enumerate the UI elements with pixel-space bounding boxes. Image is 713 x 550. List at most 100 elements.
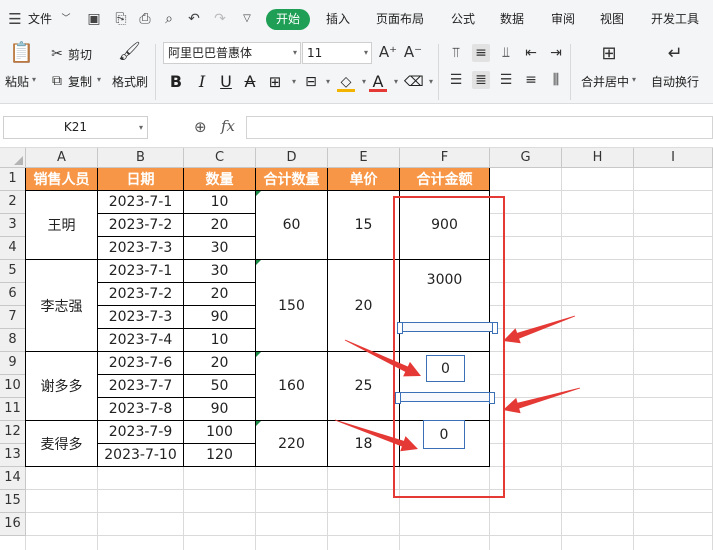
row-header-15[interactable]: 15	[0, 490, 26, 513]
quantity-cell[interactable]: 20	[184, 214, 256, 237]
tab-insert[interactable]: 插入	[326, 10, 350, 28]
date-cell[interactable]: 2023-7-1	[98, 191, 184, 214]
clear-format-icon[interactable]: ⌫	[404, 72, 424, 92]
salesperson-cell[interactable]: 王明	[26, 191, 98, 260]
indent-decrease-icon[interactable]: ⇤	[522, 44, 540, 62]
column-header-h[interactable]: H	[562, 148, 634, 168]
copy-icon[interactable]: ⧉	[48, 71, 66, 91]
date-cell[interactable]: 2023-7-3	[98, 237, 184, 260]
tab-formulas[interactable]: 公式	[451, 10, 475, 28]
quantity-cell[interactable]: 90	[184, 306, 256, 329]
tab-data[interactable]: 数据	[500, 10, 524, 28]
export-pdf-icon[interactable]: ⎘	[113, 11, 129, 27]
row-header-6[interactable]: 6	[0, 283, 26, 306]
increase-font-icon[interactable]: A⁺	[378, 42, 398, 62]
unit-price-cell[interactable]: 20	[328, 260, 400, 352]
quantity-cell[interactable]: 10	[184, 191, 256, 214]
salesperson-cell[interactable]: 麦得多	[26, 421, 98, 467]
row-header-9[interactable]: 9	[0, 352, 26, 375]
date-cell[interactable]: 2023-7-4	[98, 329, 184, 352]
font-color-dropdown-icon[interactable]: ▾	[387, 72, 405, 92]
print-icon[interactable]: ⎙	[137, 11, 153, 27]
format-painter-button[interactable]: 格式刷	[112, 73, 148, 90]
merge-icon[interactable]: ⊟	[302, 72, 320, 92]
redo-icon[interactable]: ↷	[212, 11, 228, 27]
row-header-7[interactable]: 7	[0, 306, 26, 329]
wrap-text-icon[interactable]: ↵	[662, 44, 688, 64]
row-header-16[interactable]: 16	[0, 513, 26, 536]
borders-dropdown-icon[interactable]: ▾	[285, 72, 303, 92]
total-quantity-cell[interactable]: 160	[256, 352, 328, 421]
date-cell[interactable]: 2023-7-8	[98, 398, 184, 421]
print-preview-icon[interactable]: ⌕	[161, 11, 177, 27]
quick-access-dropdown-icon[interactable]: ▽	[239, 11, 255, 27]
align-bottom-icon[interactable]: ⫫	[497, 44, 515, 62]
column-header-d[interactable]: D	[256, 148, 328, 168]
spreadsheet-grid[interactable]: A B C D E F G H I 1 2 3 4 5 6 7 8 9 10 11 12 13 14 15 16 销售人员 日期 数量…	[0, 148, 713, 550]
date-cell[interactable]: 2023-7-1	[98, 260, 184, 283]
align-center-icon[interactable]: ≣	[472, 71, 490, 89]
hamburger-menu-icon[interactable]: ☰	[7, 11, 23, 27]
strikethrough-icon[interactable]: A	[241, 72, 259, 92]
column-header-b[interactable]: B	[98, 148, 184, 168]
date-cell[interactable]: 2023-7-7	[98, 375, 184, 398]
unit-price-cell[interactable]: 25	[328, 352, 400, 421]
font-name-select[interactable]: 阿里巴巴普惠体 ▾	[163, 42, 301, 64]
font-color-icon[interactable]: A	[369, 72, 387, 92]
quantity-cell[interactable]: 120	[184, 444, 256, 467]
total-quantity-cell[interactable]: 60	[256, 191, 328, 260]
italic-icon[interactable]: I	[193, 72, 211, 92]
scissors-icon[interactable]: ✂	[48, 44, 66, 64]
copy-dropdown-icon[interactable]: ▾	[97, 75, 101, 84]
chevron-down-icon[interactable]: ﹀	[58, 11, 74, 27]
formula-input[interactable]	[246, 116, 713, 139]
copy-button[interactable]: 复制	[68, 73, 92, 90]
justify-icon[interactable]: ≡	[522, 71, 540, 89]
row-header-14[interactable]: 14	[0, 467, 26, 490]
row-header-13[interactable]: 13	[0, 444, 26, 467]
tab-view[interactable]: 视图	[600, 10, 624, 28]
font-size-select[interactable]: 11 ▾	[302, 42, 372, 64]
borders-icon[interactable]: ⊞	[266, 72, 284, 92]
row-header-2[interactable]: 2	[0, 191, 26, 214]
merge-center-dropdown-icon[interactable]: ▾	[632, 75, 636, 84]
fill-color-icon[interactable]: ◇	[337, 72, 355, 92]
unit-price-cell[interactable]: 15	[328, 191, 400, 260]
bold-icon[interactable]: B	[167, 72, 185, 92]
name-box[interactable]: K21 ▾	[3, 116, 148, 139]
column-header-g[interactable]: G	[490, 148, 562, 168]
merge-center-icon[interactable]: ⊞	[596, 44, 622, 64]
row-header-4[interactable]: 4	[0, 237, 26, 260]
date-cell[interactable]: 2023-7-2	[98, 283, 184, 306]
tab-developer[interactable]: 开发工具	[651, 10, 699, 28]
date-cell[interactable]: 2023-7-3	[98, 306, 184, 329]
indent-increase-icon[interactable]: ⇥	[547, 44, 565, 62]
column-header-a[interactable]: A	[26, 148, 98, 168]
align-right-icon[interactable]: ☰	[497, 71, 515, 89]
fx-icon[interactable]: fx	[221, 117, 235, 135]
quantity-cell[interactable]: 90	[184, 398, 256, 421]
paste-icon[interactable]: 📋	[9, 42, 34, 62]
column-header-f[interactable]: F	[400, 148, 490, 168]
undo-icon[interactable]: ↶	[186, 11, 202, 27]
header-unit-price[interactable]: 单价	[328, 168, 400, 191]
header-sales-person[interactable]: 销售人员	[26, 168, 98, 191]
quantity-cell[interactable]: 20	[184, 352, 256, 375]
quantity-cell[interactable]: 100	[184, 421, 256, 444]
tab-review[interactable]: 审阅	[551, 10, 575, 28]
zoom-icon[interactable]: ⊕	[194, 118, 207, 136]
quantity-cell[interactable]: 30	[184, 260, 256, 283]
total-quantity-cell[interactable]: 150	[256, 260, 328, 352]
unit-price-cell[interactable]: 18	[328, 421, 400, 467]
header-date[interactable]: 日期	[98, 168, 184, 191]
row-header-3[interactable]: 3	[0, 214, 26, 237]
header-total-amount[interactable]: 合计金额	[400, 168, 490, 191]
select-all-corner[interactable]	[0, 148, 26, 168]
paste-dropdown-icon[interactable]: ▾	[32, 75, 36, 84]
header-quantity[interactable]: 数量	[184, 168, 256, 191]
date-cell[interactable]: 2023-7-9	[98, 421, 184, 444]
align-top-icon[interactable]: ⫪	[447, 44, 465, 62]
date-cell[interactable]: 2023-7-2	[98, 214, 184, 237]
tab-home[interactable]: 开始	[266, 9, 310, 30]
row-header-12[interactable]: 12	[0, 421, 26, 444]
